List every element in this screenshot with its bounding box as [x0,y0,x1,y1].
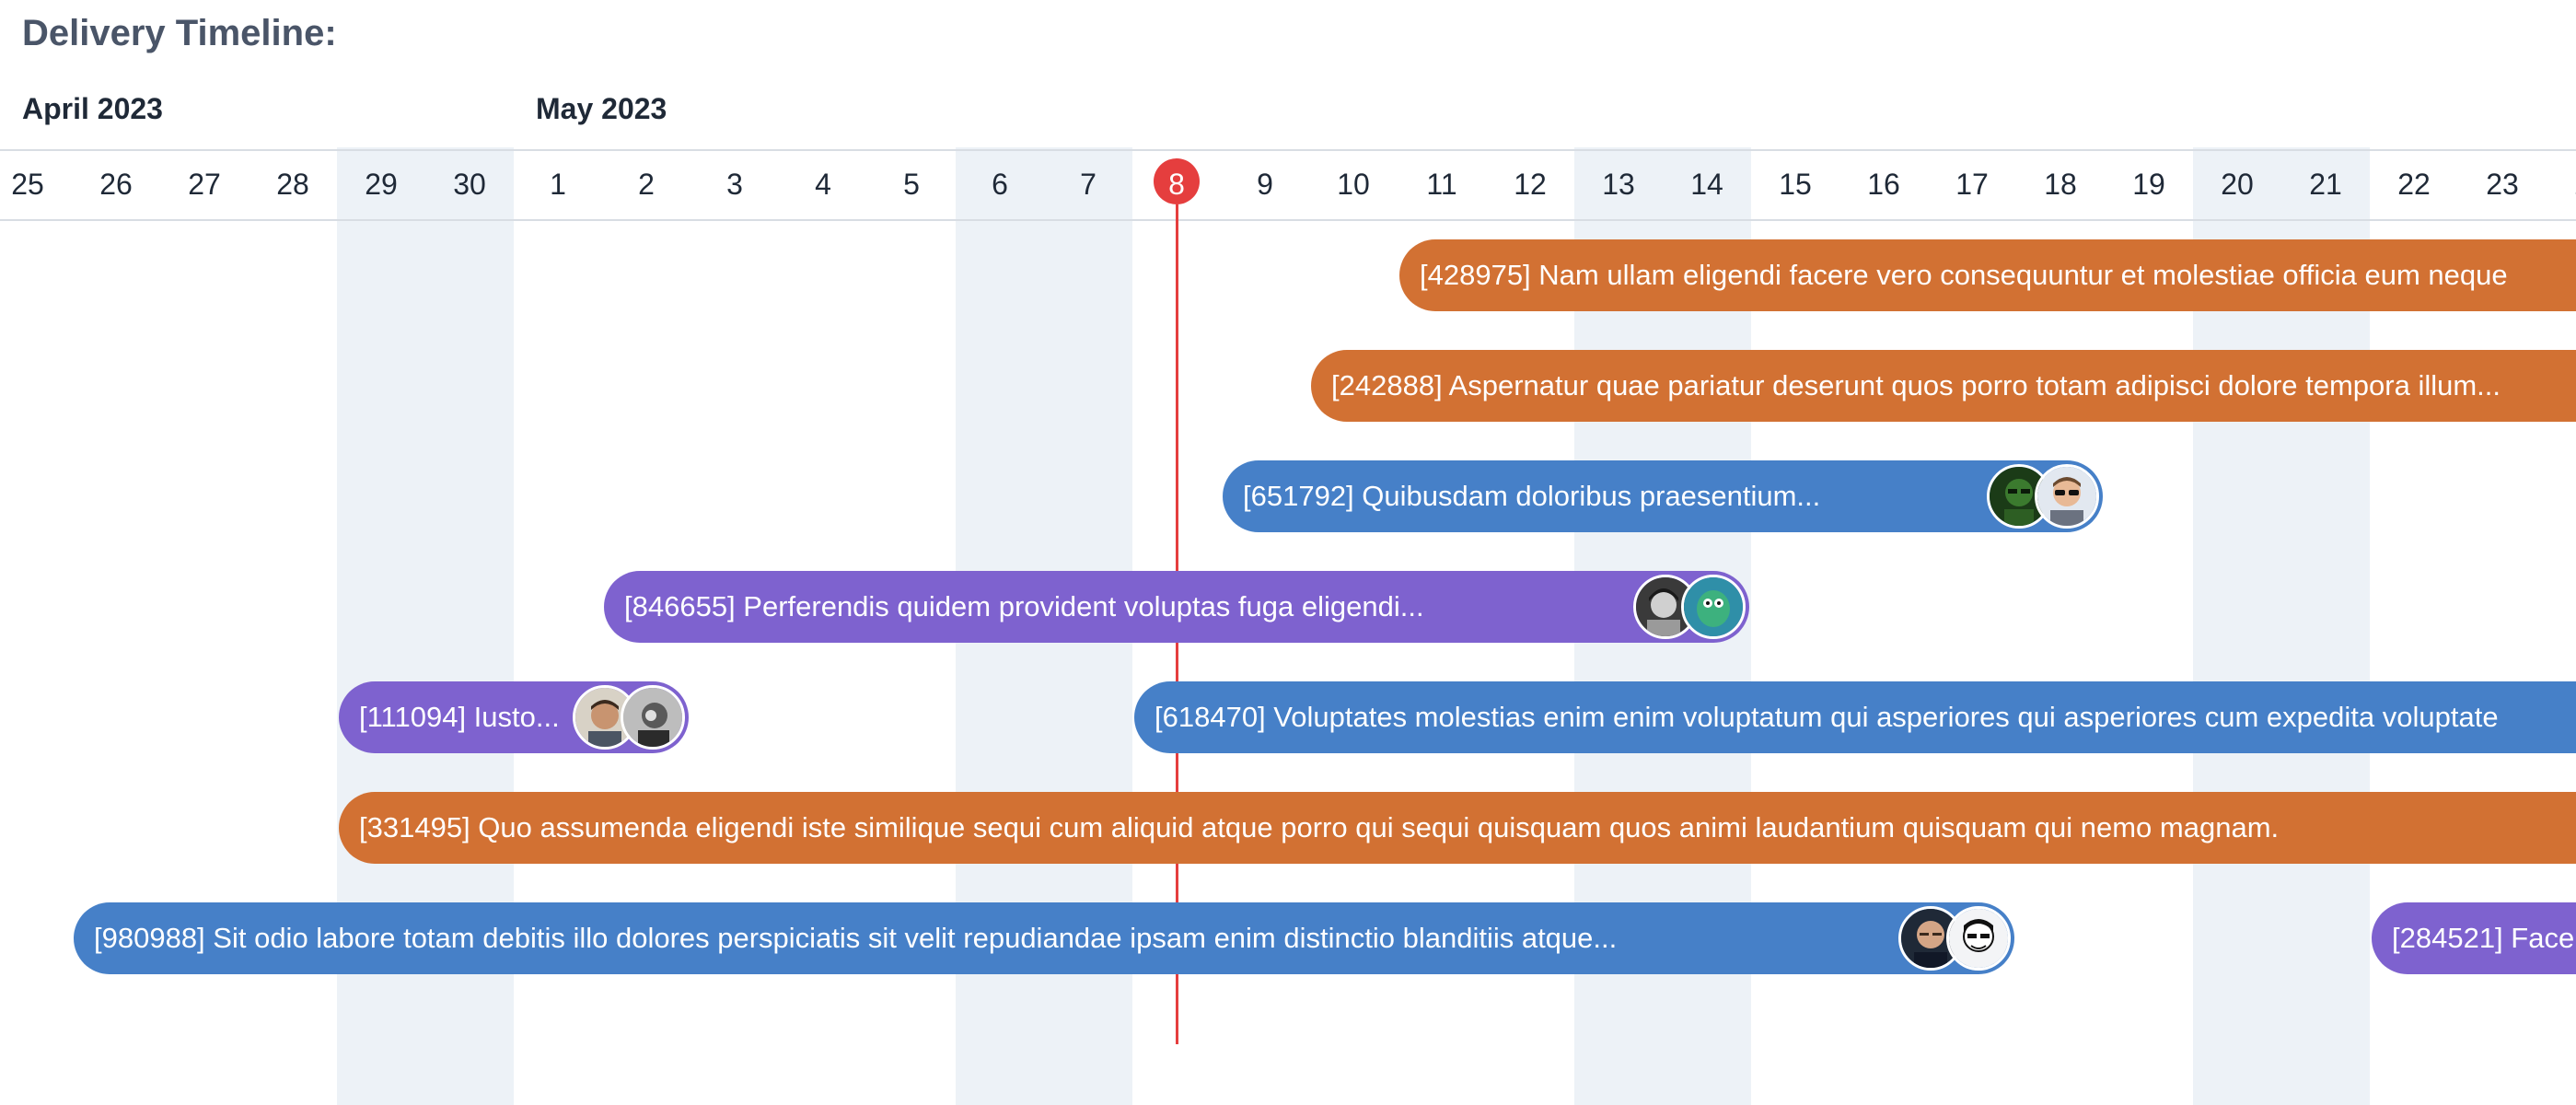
task-bar[interactable]: [242888] Aspernatur quae pariatur deseru… [1311,350,2576,422]
assignee-avatars [1987,464,2099,529]
day-label: 7 [1080,168,1097,201]
day-label: 16 [1867,168,1900,201]
month-label-may: May 2023 [536,92,667,125]
assignee-avatars [573,685,685,750]
day-label: 5 [903,168,920,201]
day-label: 6 [992,168,1008,201]
day-label: 25 [11,168,44,201]
task-label: [980988] Sit odio labore totam debitis i… [94,922,1618,954]
day-label: 1 [550,168,566,201]
day-label: 13 [1602,168,1635,201]
assignee-avatars [1633,575,1746,639]
task-label: [111094] Iusto... [359,701,560,733]
task-label: [846655] Perferendis quidem provident vo… [624,590,1424,622]
day-label: 20 [2221,168,2254,201]
day-label: 29 [365,168,398,201]
day-label: 2 [638,168,655,201]
day-label: 21 [2309,168,2342,201]
task-bar[interactable]: [980988] Sit odio labore totam debitis i… [74,902,2014,974]
day-label-today: 8 [1168,168,1185,201]
task-label: [428975] Nam ullam eligendi facere vero … [1420,259,2508,291]
avatar-cartoon-avatar[interactable] [1946,906,2011,971]
avatar-bw-avatar[interactable] [621,685,685,750]
timeline-grid: 25 26 27 28 29 30 1 2 3 4 5 6 7 8 9 10 11 12 13 14 15 16 17 18 1… [0,147,2576,1105]
month-label-april: April 2023 [22,92,163,125]
day-label: 24 [2547,168,2576,202]
day-label: 15 [1779,168,1812,201]
day-label: 19 [2132,168,2165,201]
task-bar[interactable]: [651792] Quibusdam doloribus praesentium… [1223,460,2103,532]
page-title: Delivery Timeline: [22,13,337,53]
task-label: [618470] Voluptates molestias enim enim … [1155,701,2499,733]
task-label: [651792] Quibusdam doloribus praesentium… [1243,480,1821,512]
day-label: 22 [2397,168,2431,201]
day-label: 27 [188,168,221,201]
day-label: 30 [453,168,486,201]
header-divider [0,219,2576,221]
task-label: [331495] Quo assumenda eligendi iste sim… [359,811,2280,843]
day-label: 17 [1955,168,1989,201]
day-label: 3 [726,168,743,201]
day-label: 28 [276,168,309,201]
task-bar[interactable]: [331495] Quo assumenda eligendi iste sim… [339,792,2576,864]
task-bar[interactable]: [846655] Perferendis quidem provident vo… [604,571,1749,643]
day-label: 9 [1257,168,1273,201]
task-bar[interactable]: [111094] Iusto... [339,681,689,753]
day-label: 23 [2486,168,2519,201]
task-label: [242888] Aspernatur quae pariatur deseru… [1331,369,2501,401]
day-label: 18 [2044,168,2077,201]
avatar-sunglasses-avatar[interactable] [2035,464,2099,529]
task-label: [284521] Facere [2392,922,2576,954]
assignee-avatars [1898,906,2011,971]
day-label: 11 [1426,168,1457,201]
task-bar[interactable]: [618470] Voluptates molestias enim enim … [1134,681,2576,753]
day-label: 4 [815,168,831,201]
day-label: 12 [1514,168,1547,201]
header-divider [0,149,2576,151]
avatar-monster-avatar[interactable] [1681,575,1746,639]
day-label: 14 [1690,168,1723,201]
day-label: 26 [99,168,133,201]
day-label: 10 [1337,168,1370,201]
task-bar[interactable]: [284521] Facere [2372,902,2576,974]
task-bar[interactable]: [428975] Nam ullam eligendi facere vero … [1399,239,2576,311]
